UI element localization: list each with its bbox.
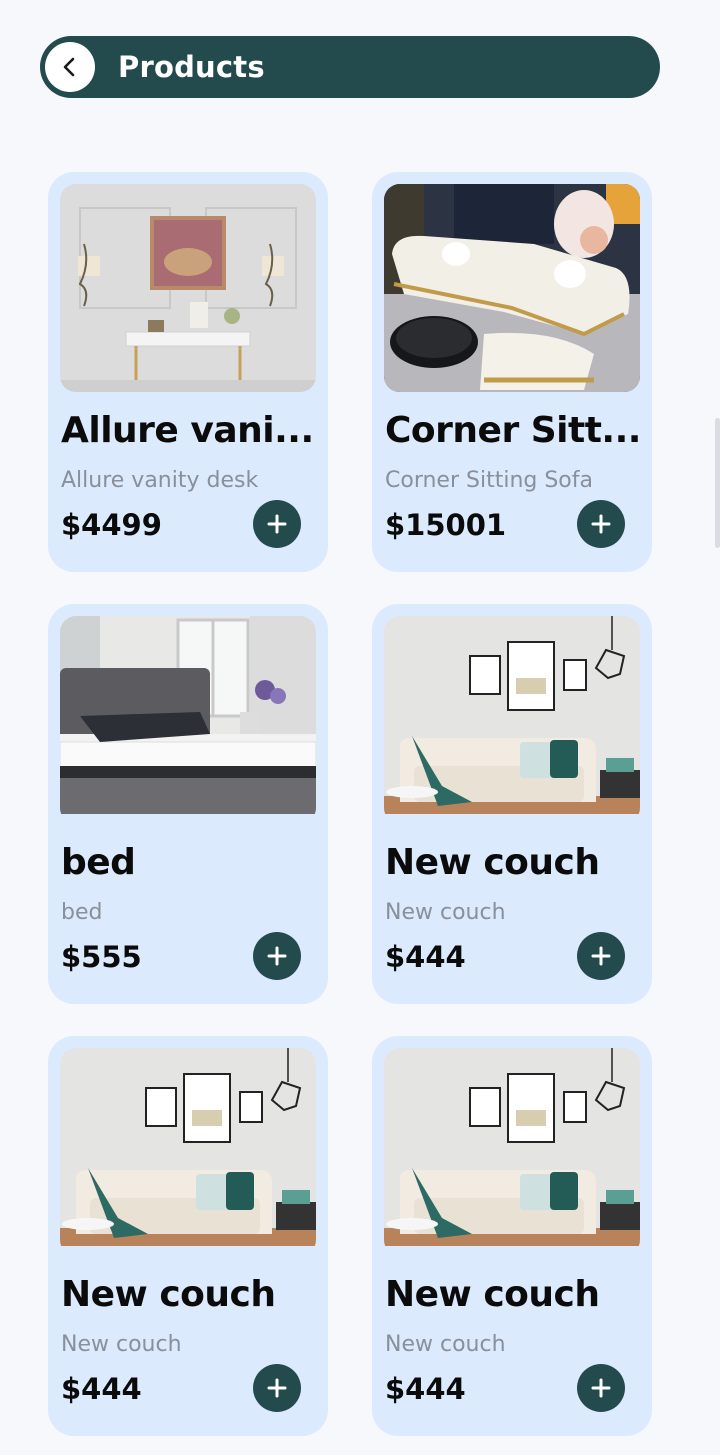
plus-icon: [591, 946, 611, 966]
product-price: $4499: [61, 508, 162, 542]
add-to-cart-button[interactable]: [577, 500, 625, 548]
product-title: Allure vani...: [61, 410, 314, 451]
product-title: Corner Sitt...: [385, 410, 641, 451]
product-image[interactable]: [60, 1048, 316, 1256]
add-to-cart-button[interactable]: [577, 1364, 625, 1412]
product-title: New couch: [385, 1274, 600, 1315]
product-card[interactable]: New couch New couch $444: [48, 1036, 328, 1436]
product-title: New couch: [61, 1274, 276, 1315]
plus-icon: [591, 514, 611, 534]
product-grid: Allure vani... Allure vanity desk $4499: [48, 172, 654, 1436]
add-to-cart-button[interactable]: [253, 1364, 301, 1412]
product-title: New couch: [385, 842, 600, 883]
back-button[interactable]: [45, 42, 95, 92]
plus-icon: [591, 1378, 611, 1398]
add-to-cart-button[interactable]: [253, 932, 301, 980]
product-title: bed: [61, 842, 136, 883]
product-price: $555: [61, 940, 142, 974]
plus-icon: [267, 514, 287, 534]
product-subtitle: New couch: [385, 1332, 506, 1357]
product-subtitle: New couch: [385, 900, 506, 925]
product-subtitle: Allure vanity desk: [61, 468, 259, 493]
product-image[interactable]: [384, 1048, 640, 1256]
page-title: Products: [118, 50, 265, 84]
product-image[interactable]: [384, 616, 640, 824]
product-image[interactable]: [60, 184, 316, 392]
product-price: $444: [385, 940, 466, 974]
product-subtitle: New couch: [61, 1332, 182, 1357]
product-image[interactable]: [60, 616, 316, 824]
plus-icon: [267, 946, 287, 966]
product-card[interactable]: New couch New couch $444: [372, 604, 652, 1004]
plus-icon: [267, 1378, 287, 1398]
product-price: $15001: [385, 508, 507, 542]
product-subtitle: Corner Sitting Sofa: [385, 468, 593, 493]
top-app-bar: Products: [40, 36, 660, 98]
product-card[interactable]: Corner Sitt... Corner Sitting Sofa $1500…: [372, 172, 652, 572]
product-card[interactable]: bed bed $555: [48, 604, 328, 1004]
product-price: $444: [61, 1372, 142, 1406]
product-image[interactable]: [384, 184, 640, 392]
product-card[interactable]: New couch New couch $444: [372, 1036, 652, 1436]
product-price: $444: [385, 1372, 466, 1406]
product-card[interactable]: Allure vani... Allure vanity desk $4499: [48, 172, 328, 572]
scrollbar[interactable]: [715, 418, 720, 548]
chevron-left-icon: [63, 57, 75, 77]
add-to-cart-button[interactable]: [577, 932, 625, 980]
add-to-cart-button[interactable]: [253, 500, 301, 548]
product-subtitle: bed: [61, 900, 103, 925]
